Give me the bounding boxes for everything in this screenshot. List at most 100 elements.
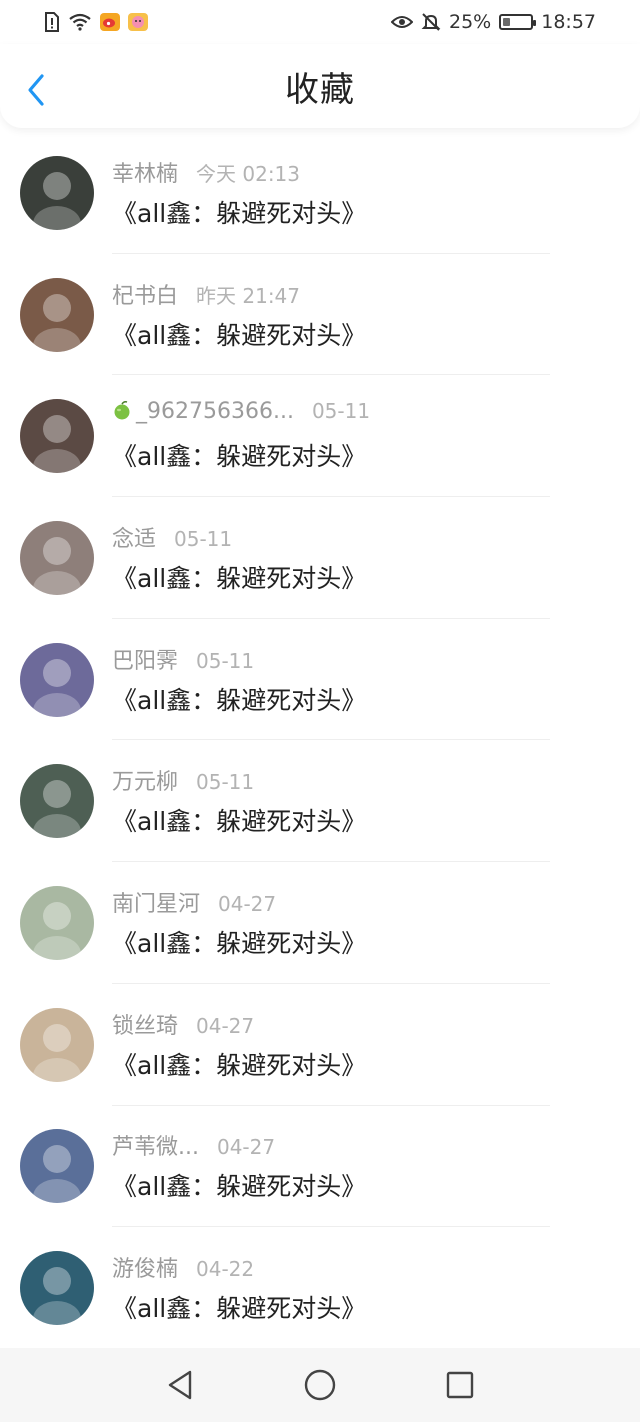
story-title[interactable]: 《all鑫：躲避死对头》 [112,802,366,838]
story-title[interactable]: 《all鑫：躲避死对头》 [112,924,366,960]
list-item-content: 杞书白 昨天 21:47 《all鑫：躲避死对头》 [112,278,366,352]
status-left [44,12,148,32]
user-name-group: 南门星河 [112,886,200,918]
user-name[interactable]: 巴阳霁 [112,649,178,674]
list-item-content: 南门星河 04-27 《all鑫：躲避死对头》 [112,886,366,960]
list-item-meta: 念适 05-11 [112,521,366,555]
clock: 18:57 [541,11,596,33]
eye-icon [391,14,413,30]
timestamp: 05-11 [311,399,371,424]
status-right: 25% 18:57 [391,11,596,33]
list-item-content: 幸林楠 今天 02:13 《all鑫：躲避死对头》 [112,156,366,230]
list-item-meta: 杞书白 昨天 21:47 [112,278,366,312]
story-title[interactable]: 《all鑫：躲避死对头》 [112,437,370,473]
green-apple-icon [112,400,132,420]
avatar[interactable] [20,155,94,230]
user-name-group: _962756366... [112,399,294,424]
avatar[interactable] [20,642,94,717]
list-item[interactable]: 巴阳霁 05-11 《all鑫：躲避死对头》 [0,619,640,741]
list-item-meta: _962756366... 05-11 [112,399,370,433]
avatar[interactable] [20,399,94,474]
list-item[interactable]: 南门星河 04-27 《all鑫：躲避死对头》 [0,862,640,984]
list-item-content: 巴阳霁 05-11 《all鑫：躲避死对头》 [112,643,366,717]
user-name[interactable]: 万元柳 [112,770,178,795]
timestamp: 今天 02:13 [196,161,301,186]
list-item-meta: 巴阳霁 05-11 [112,643,366,677]
avatar[interactable] [20,1129,94,1204]
back-triangle-icon[interactable] [160,1365,200,1405]
avatar[interactable] [20,520,94,595]
back-button[interactable] [18,70,54,110]
list-item-meta: 南门星河 04-27 [112,886,366,920]
bell-muted-icon [421,12,441,32]
avatar[interactable] [20,764,94,839]
user-name-group: 幸林楠 [112,156,178,188]
page-title: 收藏 [285,69,355,110]
user-name[interactable]: 南门星河 [112,892,200,917]
user-name-group: 游俊楠 [112,1251,178,1283]
list-item[interactable]: _962756366... 05-11 《all鑫：躲避死对头》 [0,375,640,497]
list-item-meta: 幸林楠 今天 02:13 [112,156,366,190]
story-title[interactable]: 《all鑫：躲避死对头》 [112,559,366,595]
system-navigation-bar [0,1348,640,1422]
list-item[interactable]: 万元柳 05-11 《all鑫：躲避死对头》 [0,740,640,862]
timestamp: 昨天 21:47 [196,283,301,308]
battery-percent: 25% [449,11,492,33]
chevron-left-icon [28,74,44,106]
user-name-group: 芦苇微... [112,1129,199,1161]
story-title[interactable]: 《all鑫：躲避死对头》 [112,1046,366,1082]
list-item-content: 念适 05-11 《all鑫：躲避死对头》 [112,521,366,595]
avatar[interactable] [20,1251,94,1326]
battery-icon [499,14,537,30]
user-name-group: 巴阳霁 [112,643,178,675]
list-item[interactable]: 幸林楠 今天 02:13 《all鑫：躲避死对头》 [0,132,640,254]
avatar[interactable] [20,277,94,352]
list-item-content: 芦苇微... 04-27 《all鑫：躲避死对头》 [112,1129,366,1203]
avatar[interactable] [20,1007,94,1082]
list-item-meta: 芦苇微... 04-27 [112,1129,366,1163]
story-title[interactable]: 《all鑫：躲避死对头》 [112,316,366,352]
user-name-group: 念适 [112,521,156,553]
story-title[interactable]: 《all鑫：躲避死对头》 [112,681,366,717]
list-item[interactable]: 杞书白 昨天 21:47 《all鑫：躲避死对头》 [0,254,640,376]
user-name[interactable]: _962756366... [136,399,294,424]
timestamp: 04-22 [196,1257,255,1282]
home-circle-icon[interactable] [300,1365,340,1405]
user-name[interactable]: 芦苇微... [112,1135,199,1160]
timestamp: 04-27 [218,891,277,916]
list-item-content: 万元柳 05-11 《all鑫：躲避死对头》 [112,764,366,838]
list-item[interactable]: 念适 05-11 《all鑫：躲避死对头》 [0,497,640,619]
sim-alert-icon [44,12,60,32]
list-item[interactable]: 游俊楠 04-22 《all鑫：躲避死对头》 [0,1227,640,1349]
list-item-meta: 游俊楠 04-22 [112,1251,366,1285]
story-title[interactable]: 《all鑫：躲避死对头》 [112,1289,366,1325]
timestamp: 04-27 [196,1013,255,1038]
header: 收藏 [0,44,640,128]
timestamp: 05-11 [196,648,255,673]
list-item-content: 游俊楠 04-22 《all鑫：躲避死对头》 [112,1251,366,1325]
list-item-content: 锁丝琦 04-27 《all鑫：躲避死对头》 [112,1008,366,1082]
list-item[interactable]: 芦苇微... 04-27 《all鑫：躲避死对头》 [0,1106,640,1228]
user-name-group: 万元柳 [112,764,178,796]
list-item[interactable]: 锁丝琦 04-27 《all鑫：躲避死对头》 [0,984,640,1106]
timestamp: 05-11 [174,526,233,551]
user-name-group: 杞书白 [112,278,178,310]
list-item-meta: 锁丝琦 04-27 [112,1008,366,1042]
battery-level-fill [503,18,511,26]
story-title[interactable]: 《all鑫：躲避死对头》 [112,1167,366,1203]
app-notification-icon [128,13,148,31]
user-name[interactable]: 锁丝琦 [112,1014,178,1039]
status-bar: 25% 18:57 [0,0,640,44]
favorites-list: 幸林楠 今天 02:13 《all鑫：躲避死对头》 杞书白 昨天 21:47 《all鑫：… [0,132,640,1349]
list-item-content: _962756366... 05-11 《all鑫：躲避死对头》 [112,399,370,473]
user-name[interactable]: 念适 [112,527,156,552]
user-name[interactable]: 杞书白 [112,284,178,309]
story-title[interactable]: 《all鑫：躲避死对头》 [112,194,366,230]
user-name[interactable]: 游俊楠 [112,1257,178,1282]
user-name[interactable]: 幸林楠 [112,162,178,187]
wifi-icon [68,13,92,31]
user-name-group: 锁丝琦 [112,1008,178,1040]
weibo-icon [100,13,120,31]
recents-square-icon[interactable] [440,1365,480,1405]
avatar[interactable] [20,885,94,960]
